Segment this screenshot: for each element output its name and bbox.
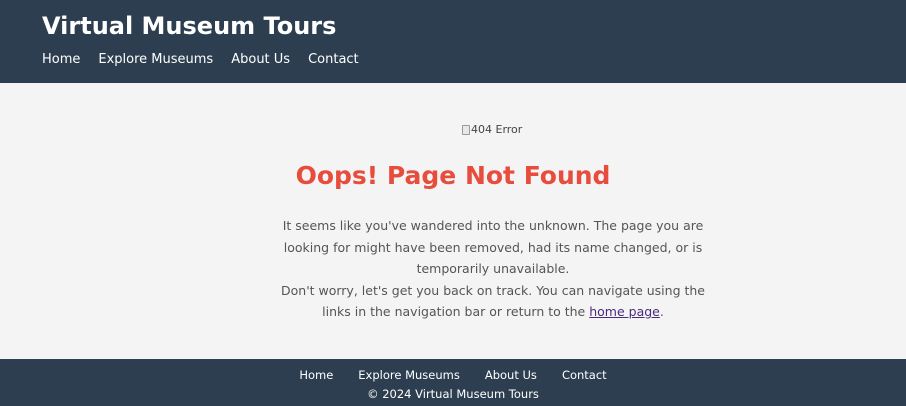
footer-link-contact[interactable]: Contact <box>562 368 607 382</box>
site-header: Virtual Museum Tours Home Explore Museum… <box>0 0 906 83</box>
error-image: 404 Error <box>462 123 522 136</box>
broken-image-icon <box>462 124 470 135</box>
nav-link-home[interactable]: Home <box>42 52 80 67</box>
footer-link-explore-museums[interactable]: Explore Museums <box>358 368 460 382</box>
error-message: It seems like you've wandered into the u… <box>268 215 718 323</box>
page-title: Oops! Page Not Found <box>295 161 611 190</box>
error-image-alt-text: 404 Error <box>471 123 523 136</box>
top-navigation: Home Explore Museums About Us Contact <box>42 52 359 67</box>
site-title: Virtual Museum Tours <box>42 12 337 40</box>
paragraph-2-end: . <box>659 304 664 320</box>
footer-link-about-us[interactable]: About Us <box>485 368 537 382</box>
nav-link-contact[interactable]: Contact <box>308 52 359 67</box>
site-footer: Home Explore Museums About Us Contact © … <box>0 359 906 406</box>
nav-link-explore-museums[interactable]: Explore Museums <box>98 52 213 67</box>
nav-link-about-us[interactable]: About Us <box>231 52 290 67</box>
error-message-paragraph-2: Don't worry, let's get you back on track… <box>268 280 718 323</box>
error-message-paragraph-1: It seems like you've wandered into the u… <box>282 218 704 277</box>
copyright-text: © 2024 Virtual Museum Tours <box>367 387 539 401</box>
footer-navigation: Home Explore Museums About Us Contact <box>0 368 906 382</box>
footer-link-home[interactable]: Home <box>299 368 333 382</box>
main-content: 404 Error Oops! Page Not Found It seems … <box>0 83 906 359</box>
home-page-link[interactable]: home page <box>589 304 660 319</box>
